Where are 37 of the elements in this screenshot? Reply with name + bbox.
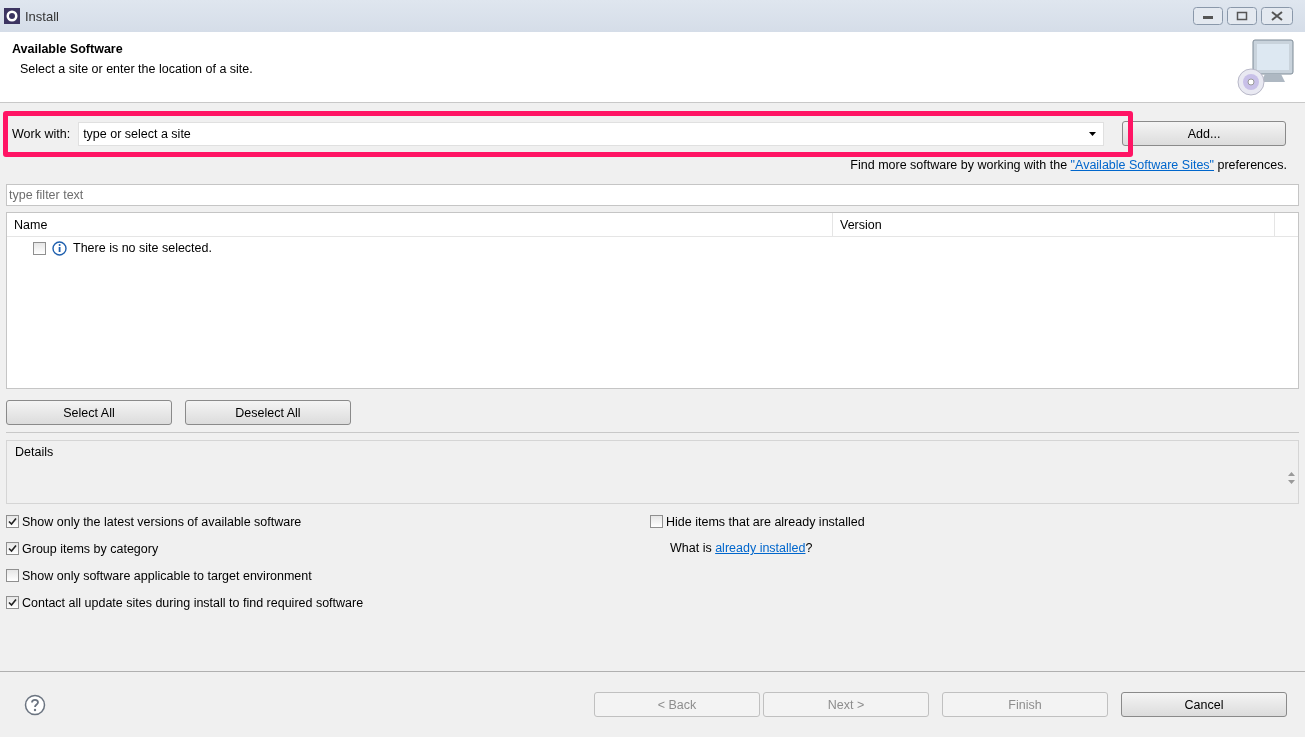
checkbox[interactable] xyxy=(6,515,19,528)
available-software-sites-link[interactable]: "Available Software Sites" xyxy=(1070,158,1215,172)
checkbox[interactable] xyxy=(6,542,19,555)
page-description: Select a site or enter the location of a site. xyxy=(20,62,253,76)
checkbox[interactable] xyxy=(650,515,663,528)
column-header[interactable]: Version xyxy=(833,213,1275,236)
page-title: Available Software xyxy=(12,42,124,56)
minimize-icon[interactable] xyxy=(1193,7,1223,25)
window-title: Install xyxy=(25,8,60,24)
already-installed-text: What is already installed? xyxy=(670,540,814,557)
deselect-all-button[interactable]: Deselect All xyxy=(185,400,351,425)
app-icon xyxy=(4,8,20,24)
add-button[interactable]: Add... xyxy=(1122,121,1287,146)
dropdown-icon[interactable] xyxy=(1089,131,1097,136)
checkbox-label[interactable]: Show only software applicable to target environment xyxy=(22,568,312,583)
checkbox-label[interactable]: Hide items that are already installed xyxy=(666,514,865,529)
info-icon xyxy=(52,240,67,256)
help-icon[interactable] xyxy=(24,693,46,716)
table-cell: There is no site selected. xyxy=(73,241,212,255)
close-icon[interactable] xyxy=(1261,7,1293,25)
filter-field[interactable]: type filter text xyxy=(6,184,1299,206)
find-more-text: Find more software by working with the "Available Software Sites" preferences. xyxy=(849,158,1287,172)
already-installed-link[interactable]: already installed xyxy=(715,541,806,555)
work-with-label: Work with: xyxy=(12,126,71,141)
column-header[interactable]: Name xyxy=(7,213,833,236)
checkbox-label[interactable]: Contact all update sites during install to find required software xyxy=(22,595,364,610)
select-all-button[interactable]: Select All xyxy=(6,400,172,425)
checkbox[interactable] xyxy=(6,596,19,609)
site-combo-box[interactable]: type or select a site xyxy=(78,121,1105,146)
cancel-button[interactable]: Cancel xyxy=(1121,692,1287,717)
checkbox-label[interactable]: Group items by category xyxy=(22,541,159,556)
checkbox-label[interactable]: Show only the latest versions of available software xyxy=(22,514,302,529)
maximize-icon[interactable] xyxy=(1227,7,1257,25)
row-checkbox[interactable] xyxy=(33,241,46,255)
computer-disc-icon xyxy=(1235,36,1297,98)
details-label: Details xyxy=(15,445,54,459)
checkbox[interactable] xyxy=(6,569,19,582)
